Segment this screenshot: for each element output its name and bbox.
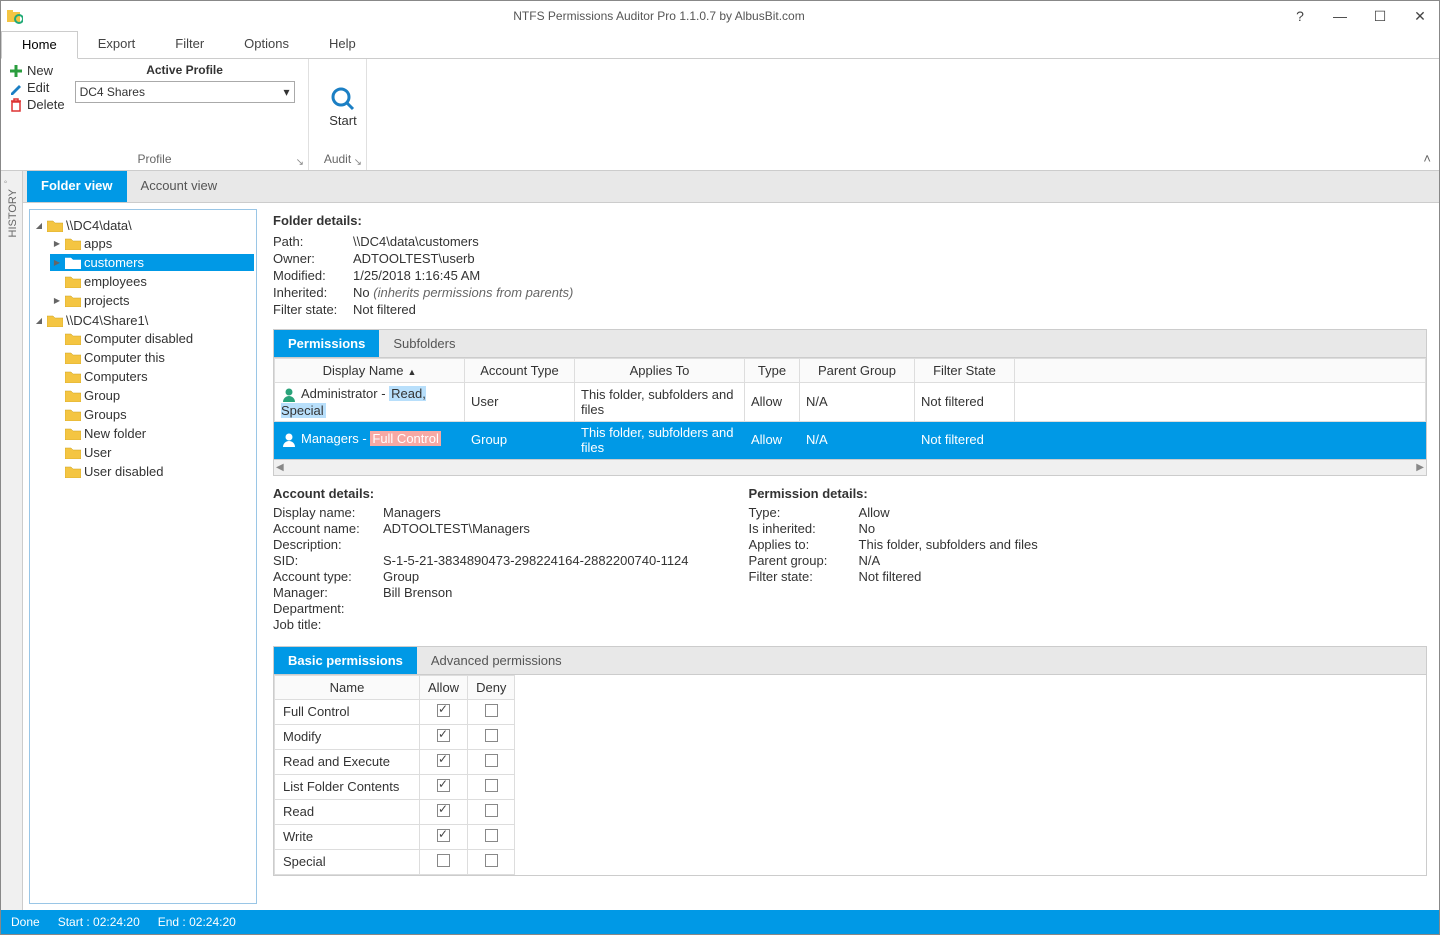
tree-node[interactable]: employees [50, 273, 254, 290]
profile-popout-icon[interactable]: ↘ [296, 157, 304, 168]
allow-checkbox[interactable] [437, 754, 450, 767]
permission-row[interactable]: Administrator - Read, SpecialUserThis fo… [275, 383, 1426, 422]
account-details: Display name:ManagersAccount name:ADTOOL… [273, 505, 689, 632]
allow-checkbox[interactable] [437, 779, 450, 792]
col-applies-to[interactable]: Applies To [575, 359, 745, 383]
menu-help[interactable]: Help [309, 31, 376, 58]
deny-checkbox[interactable] [485, 779, 498, 792]
pin-icon: ◦ [4, 177, 8, 188]
menu-bar: HomeExportFilterOptionsHelp [1, 31, 1439, 59]
app-icon [7, 8, 23, 24]
col-display-name[interactable]: Display Name▲ [275, 359, 465, 383]
tree-node[interactable]: User [50, 444, 254, 461]
tree-node[interactable]: New folder [50, 425, 254, 442]
status-end: End : 02:24:20 [158, 915, 236, 929]
allow-checkbox[interactable] [437, 704, 450, 717]
history-panel-tab[interactable]: ◦ HISTORY [1, 171, 23, 910]
window-title: NTFS Permissions Auditor Pro 1.1.0.7 by … [31, 9, 1287, 23]
view-tabs: Folder viewAccount view [23, 171, 1439, 203]
tree-node[interactable]: \\DC4\data\ [32, 217, 254, 234]
status-start: Start : 02:24:20 [58, 915, 140, 929]
search-icon [329, 85, 357, 113]
ribbon-group-audit-label: Audit [317, 150, 358, 168]
permissions-tabs: PermissionsSubfolders [273, 329, 1427, 357]
tree-node[interactable]: Computers [50, 368, 254, 385]
deny-checkbox[interactable] [485, 804, 498, 817]
maximize-button[interactable]: ☐ [1367, 8, 1393, 25]
col-account-type[interactable]: Account Type [465, 359, 575, 383]
status-bar: Done Start : 02:24:20 End : 02:24:20 [1, 910, 1439, 934]
viewtab-folder-view[interactable]: Folder view [27, 171, 127, 202]
tree-node[interactable]: User disabled [50, 463, 254, 480]
allow-checkbox[interactable] [437, 729, 450, 742]
basic-permissions-tabs: Basic permissionsAdvanced permissions [273, 646, 1427, 674]
viewtab-account-view[interactable]: Account view [127, 171, 232, 202]
tree-node[interactable]: Computer disabled [50, 330, 254, 347]
basic-col-deny: Deny [468, 675, 515, 699]
active-profile-dropdown[interactable]: DC4 Shares▾ [75, 81, 295, 103]
basic-permissions-grid: NameAllowDenyFull ControlModifyRead and … [273, 674, 1427, 876]
folder-tree[interactable]: \\DC4\data\apps customers employees project… [29, 209, 257, 904]
ribbon-collapse-icon[interactable]: ˄ [1423, 151, 1431, 166]
basic-perm-row: Modify [275, 724, 515, 749]
minimize-button[interactable]: — [1327, 8, 1353, 25]
audit-popout-icon[interactable]: ↘ [354, 157, 362, 168]
permission-details-title: Permission details: [749, 486, 1038, 501]
basictab-basic-permissions[interactable]: Basic permissions [274, 647, 417, 674]
deny-checkbox[interactable] [485, 829, 498, 842]
col-filter-state[interactable]: Filter State [915, 359, 1015, 383]
basic-perm-row: Read [275, 799, 515, 824]
basic-col-name: Name [275, 675, 420, 699]
allow-checkbox[interactable] [437, 829, 450, 842]
allow-checkbox[interactable] [437, 804, 450, 817]
folder-details: Path:\\DC4\data\customers Owner:ADTOOLTE… [273, 234, 1427, 317]
deny-checkbox[interactable] [485, 704, 498, 717]
tree-node[interactable]: Group [50, 387, 254, 404]
col-type[interactable]: Type [745, 359, 800, 383]
grid-scrollbar[interactable]: ◀▶ [273, 460, 1427, 476]
basic-perm-row: Write [275, 824, 515, 849]
permission-row[interactable]: Managers - Full ControlGroupThis folder,… [275, 421, 1426, 458]
help-button[interactable]: ? [1287, 8, 1313, 25]
menu-filter[interactable]: Filter [155, 31, 224, 58]
basic-perm-row: Special [275, 849, 515, 874]
active-profile-label: Active Profile [146, 63, 223, 77]
tree-node[interactable]: projects [50, 292, 254, 309]
permtab-subfolders[interactable]: Subfolders [379, 330, 469, 357]
menu-export[interactable]: Export [78, 31, 156, 58]
ribbon-group-profile-label: Profile [9, 150, 300, 168]
col-parent-group[interactable]: Parent Group [800, 359, 915, 383]
permissions-grid[interactable]: Display Name▲Account TypeApplies ToTypeP… [273, 357, 1427, 460]
tree-node[interactable]: Computer this [50, 349, 254, 366]
tree-node[interactable]: apps [50, 235, 254, 252]
allow-checkbox[interactable] [437, 854, 450, 867]
ribbon: New Edit Delete Active Profile DC4 Share… [1, 59, 1439, 171]
permission-details: Type:AllowIs inherited:NoApplies to:This… [749, 505, 1038, 584]
deny-checkbox[interactable] [485, 854, 498, 867]
basic-perm-row: List Folder Contents [275, 774, 515, 799]
status-done: Done [11, 915, 40, 929]
delete-profile-button[interactable]: Delete [9, 97, 65, 112]
tree-node[interactable]: \\DC4\Share1\ [32, 312, 254, 329]
basictab-advanced-permissions[interactable]: Advanced permissions [417, 647, 576, 674]
basic-col-allow: Allow [420, 675, 468, 699]
deny-checkbox[interactable] [485, 729, 498, 742]
permtab-permissions[interactable]: Permissions [274, 330, 379, 357]
deny-checkbox[interactable] [485, 754, 498, 767]
start-audit-button[interactable]: Start [317, 63, 369, 150]
tree-node[interactable]: customers [50, 254, 254, 271]
folder-details-title: Folder details: [273, 213, 1427, 228]
edit-profile-button[interactable]: Edit [9, 80, 65, 95]
tree-node[interactable]: Groups [50, 406, 254, 423]
menu-home[interactable]: Home [1, 31, 78, 59]
close-button[interactable]: ✕ [1407, 8, 1433, 25]
menu-options[interactable]: Options [224, 31, 309, 58]
account-details-title: Account details: [273, 486, 689, 501]
titlebar: NTFS Permissions Auditor Pro 1.1.0.7 by … [1, 1, 1439, 31]
new-profile-button[interactable]: New [9, 63, 65, 78]
basic-perm-row: Read and Execute [275, 749, 515, 774]
chevron-down-icon: ▾ [284, 85, 290, 99]
basic-perm-row: Full Control [275, 699, 515, 724]
